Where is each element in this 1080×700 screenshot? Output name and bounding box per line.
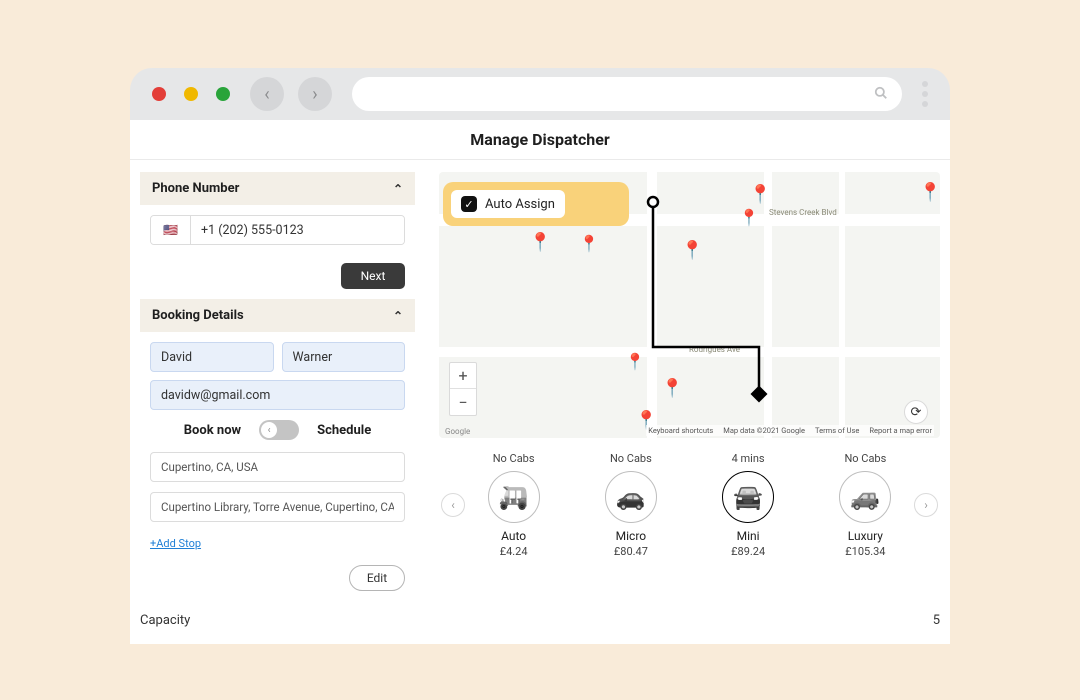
auto-assign-checkbox[interactable]: ✓ Auto Assign — [451, 190, 565, 218]
pickup-input[interactable] — [150, 452, 405, 482]
toggle-knob: ‹ — [261, 422, 277, 438]
app-content: Manage Dispatcher Phone Number ⌃ 🇺🇸 — [130, 120, 950, 644]
chevron-right-icon: › — [312, 84, 317, 105]
map-attrib-data: Map data ©2021 Google — [723, 426, 805, 435]
map-reload-button[interactable]: ⟳ — [904, 400, 928, 424]
map-pin-icon: 📍 — [529, 232, 551, 253]
map-provider-logo: Google — [445, 427, 470, 436]
edit-button-label: Edit — [367, 571, 387, 585]
cab-name: Auto — [501, 529, 526, 543]
cab-icon-circle: 🚘 — [722, 471, 774, 523]
check-icon: ✓ — [461, 196, 477, 212]
next-button[interactable]: Next — [341, 263, 405, 289]
carousel-prev-button[interactable]: ‹ — [441, 493, 465, 517]
carousel-next-button[interactable]: › — [914, 493, 938, 517]
browser-menu-button[interactable] — [922, 81, 928, 107]
cab-option[interactable]: No Cabs 🛺 Auto £4.24 — [488, 452, 540, 558]
next-button-label: Next — [361, 269, 386, 283]
cab-price: £89.24 — [731, 545, 765, 558]
auto-assign-label: Auto Assign — [485, 197, 555, 212]
url-bar[interactable] — [352, 77, 902, 111]
cab-option[interactable]: No Cabs 🚗 Micro £80.47 — [605, 452, 657, 558]
add-stop-link[interactable]: +Add Stop — [150, 537, 201, 550]
right-panel: Stevens Creek Blvd Rodrigues Ave 📍 📍 📍 📍… — [439, 160, 940, 601]
zoom-out-button[interactable]: − — [450, 389, 476, 415]
window-minimize-dot[interactable] — [184, 87, 198, 101]
map-pin-icon: 📍 — [739, 208, 759, 227]
booking-section-header[interactable]: Booking Details ⌃ — [140, 299, 415, 332]
left-panel: Phone Number ⌃ 🇺🇸 Next Booking D — [140, 160, 415, 601]
vehicle-icon: 🚗 — [616, 483, 646, 511]
capacity-value: 5 — [933, 613, 940, 628]
last-name-input[interactable] — [282, 342, 406, 372]
browser-chrome: ‹ › Manage Dispatcher Phone Number ⌃ — [130, 68, 950, 644]
vehicle-icon: 🚘 — [733, 483, 763, 511]
zoom-in-button[interactable]: + — [450, 363, 476, 389]
map-zoom-control: + − — [449, 362, 477, 416]
vehicle-icon: 🚙 — [850, 483, 880, 511]
page-title-bar: Manage Dispatcher — [130, 120, 950, 160]
window-maximize-dot[interactable] — [216, 87, 230, 101]
map-pin-icon: 📍 — [661, 378, 683, 399]
cab-wait-label: No Cabs — [844, 452, 886, 465]
cab-wait-label: No Cabs — [493, 452, 535, 465]
map-pin-icon: 📍 — [749, 184, 771, 205]
map-attribution: Keyboard shortcuts Map data ©2021 Google… — [646, 425, 934, 436]
edit-button[interactable]: Edit — [349, 565, 405, 591]
cab-name: Micro — [616, 529, 646, 543]
window-close-dot[interactable] — [152, 87, 166, 101]
flag-icon: 🇺🇸 — [163, 223, 178, 237]
booking-mode-toggle-row: Book now ‹ Schedule — [150, 420, 405, 440]
phone-section-body: 🇺🇸 Next — [140, 205, 415, 299]
phone-section-header[interactable]: Phone Number ⌃ — [140, 172, 415, 205]
chevron-up-icon: ⌃ — [393, 309, 403, 323]
cab-name: Mini — [737, 529, 760, 543]
map-attrib-terms[interactable]: Terms of Use — [815, 426, 859, 435]
phone-input-row: 🇺🇸 — [150, 215, 405, 245]
title-bar: ‹ › — [130, 68, 950, 120]
cab-option[interactable]: No Cabs 🚙 Luxury £105.34 — [839, 452, 891, 558]
cab-wait-label: No Cabs — [610, 452, 652, 465]
map-pin-icon: 📍 — [579, 234, 599, 253]
dropoff-input[interactable] — [150, 492, 405, 522]
reload-icon: ⟳ — [911, 405, 922, 420]
map-pin-icon: 📍 — [625, 352, 645, 371]
back-button[interactable]: ‹ — [250, 77, 284, 111]
capacity-label: Capacity — [140, 613, 190, 628]
booking-section-label: Booking Details — [152, 308, 244, 323]
search-icon — [874, 85, 888, 104]
country-flag-selector[interactable]: 🇺🇸 — [151, 216, 191, 244]
phone-section-label: Phone Number — [152, 181, 239, 196]
forward-button[interactable]: › — [298, 77, 332, 111]
auto-assign-callout: ✓ Auto Assign — [443, 182, 629, 226]
cab-price: £105.34 — [845, 545, 885, 558]
cab-name: Luxury — [848, 529, 883, 543]
phone-number-input[interactable] — [191, 216, 404, 244]
schedule-label: Schedule — [317, 423, 371, 438]
chevron-left-icon: ‹ — [264, 84, 269, 105]
map-pin-icon: 📍 — [681, 240, 703, 261]
cab-list: No Cabs 🛺 Auto £4.24 No Cabs 🚗 Micro £80.47 4 mi… — [465, 452, 914, 558]
cab-option[interactable]: 4 mins 🚘 Mini £89.24 — [722, 452, 774, 558]
cab-icon-circle: 🚙 — [839, 471, 891, 523]
book-schedule-toggle[interactable]: ‹ — [259, 420, 299, 440]
map-pin-icon: 📍 — [919, 182, 940, 203]
email-input[interactable] — [150, 380, 405, 410]
first-name-input[interactable] — [150, 342, 274, 372]
page-title: Manage Dispatcher — [470, 130, 609, 149]
cab-icon-circle: 🛺 — [488, 471, 540, 523]
capacity-row: Capacity 5 — [130, 601, 950, 628]
book-now-label: Book now — [184, 423, 241, 438]
cab-price: £4.24 — [500, 545, 528, 558]
map-attrib-shortcuts[interactable]: Keyboard shortcuts — [648, 426, 713, 435]
chevron-up-icon: ⌃ — [393, 182, 403, 196]
map-attrib-report[interactable]: Report a map error — [869, 426, 932, 435]
cab-price: £80.47 — [614, 545, 648, 558]
booking-section-body: Book now ‹ Schedule +Add Stop Edit — [140, 332, 415, 601]
cab-icon-circle: 🚗 — [605, 471, 657, 523]
vehicle-icon: 🛺 — [499, 483, 529, 511]
cab-wait-label: 4 mins — [732, 452, 765, 465]
map[interactable]: Stevens Creek Blvd Rodrigues Ave 📍 📍 📍 📍… — [439, 172, 940, 438]
cab-carousel: ‹ No Cabs 🛺 Auto £4.24 No Cabs 🚗 Micro £80.47 4 … — [439, 438, 940, 558]
